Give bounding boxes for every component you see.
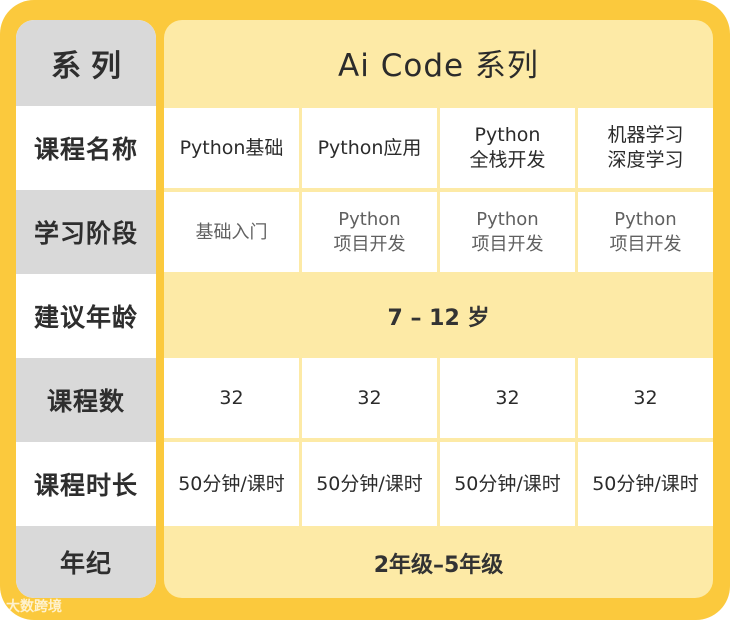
- duration-cell: 50分钟/课时: [164, 442, 299, 526]
- course-name-cell: 机器学习 深度学习: [578, 108, 713, 188]
- watermark: 大数跨境: [6, 599, 62, 615]
- stage-text: Python 项目开发: [471, 209, 544, 255]
- stage-cell: Python 项目开发: [302, 192, 437, 272]
- row-label-stage: 学习阶段: [16, 190, 156, 274]
- course-table-card: 系列 课程名称 学习阶段 建议年龄 课程数 课程时长 年纪 Ai Code 系列…: [0, 0, 730, 620]
- row-label-duration: 课程时长: [16, 442, 156, 526]
- stage-cell: Python 项目开发: [578, 192, 713, 272]
- course-name-text: Python基础: [179, 136, 284, 159]
- row-label-grade: 年纪: [16, 526, 156, 598]
- lesson-count-cell: 32: [440, 358, 575, 438]
- row-label-course-name: 课程名称: [16, 106, 156, 190]
- course-name-cell: Python应用: [302, 108, 437, 188]
- row-label-age: 建议年龄: [16, 274, 156, 358]
- lesson-count-cell: 32: [578, 358, 713, 438]
- age-range: 7 – 12 岁: [387, 306, 490, 331]
- row-label-series: 系列: [16, 20, 156, 106]
- course-name-cell: Python基础: [164, 108, 299, 188]
- stage-text: 基础入门: [195, 221, 268, 243]
- lesson-count-cell: 32: [302, 358, 437, 438]
- stage-cell: Python 项目开发: [440, 192, 575, 272]
- stage-text: Python 项目开发: [609, 209, 682, 255]
- duration-cell: 50分钟/课时: [302, 442, 437, 526]
- series-title: Ai Code 系列: [338, 48, 539, 84]
- row-label-column: 系列 课程名称 学习阶段 建议年龄 课程数 课程时长 年纪: [16, 20, 156, 598]
- row-label-lesson-count: 课程数: [16, 358, 156, 442]
- grade-range: 2年级–5年级: [373, 553, 504, 578]
- duration-cell: 50分钟/课时: [440, 442, 575, 526]
- course-name-text: 机器学习 深度学习: [607, 124, 684, 171]
- stage-text: Python 项目开发: [333, 209, 406, 255]
- duration-cell: 50分钟/课时: [578, 442, 713, 526]
- stage-cell: 基础入门: [164, 192, 299, 272]
- course-name-text: Python应用: [317, 136, 422, 159]
- course-name-text: Python 全栈开发: [469, 124, 546, 171]
- course-content-panel: Ai Code 系列 Python基础 Python应用 Python 全栈开发…: [164, 20, 713, 598]
- course-name-cell: Python 全栈开发: [440, 108, 575, 188]
- lesson-count-cell: 32: [164, 358, 299, 438]
